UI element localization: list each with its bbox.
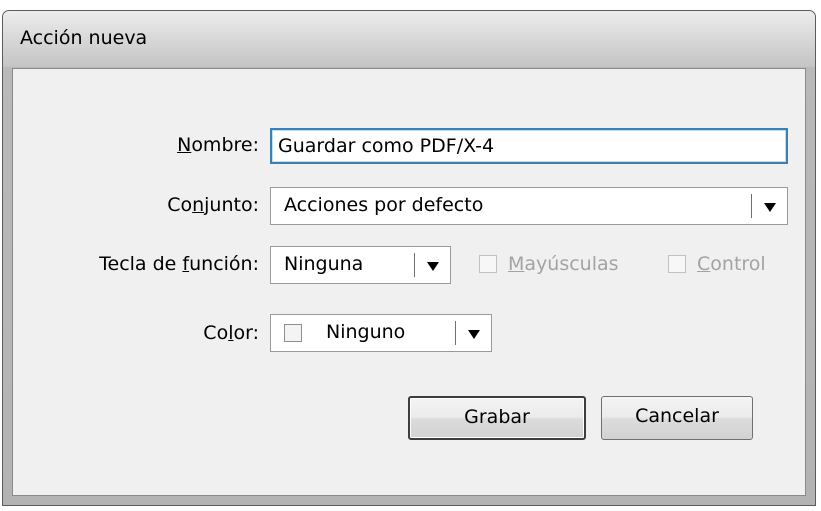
set-dropdown-value: Acciones por defecto [284,194,484,216]
name-label: Nombre: [177,134,259,156]
color-label-post: or: [233,322,259,344]
shift-label-text: ayúsculas [524,253,619,275]
name-field[interactable]: Guardar como PDF/X-4 [270,128,788,164]
color-swatch-icon [284,324,302,342]
control-label-mnemonic: C [697,253,711,275]
control-checkbox-label: Control [697,253,766,275]
set-label-mnemonic: n [192,194,205,216]
name-label-mnemonic: N [177,134,192,156]
dialog-body: Nombre: Guardar como PDF/X-4 Conjunto: A… [12,68,806,496]
record-button-label: Grabar [464,406,530,428]
control-label-text: ontrol [710,253,766,275]
function-key-dropdown-separator [414,253,415,277]
function-key-dropdown[interactable]: Ninguna [270,246,451,284]
triangle-down-icon [468,330,480,339]
dialog-title: Acción nueva [20,27,148,49]
triangle-down-icon [427,262,439,271]
color-dropdown[interactable]: Ninguno [270,314,492,352]
shift-checkbox[interactable] [479,255,497,273]
cancel-button-label: Cancelar [635,405,719,427]
function-key-label-post: unción: [189,253,259,275]
set-label-post: junto: [204,194,259,216]
new-action-dialog: Acción nueva Nombre: Guardar como PDF/X-… [2,10,816,506]
function-key-label: Tecla de función: [99,253,259,275]
color-dropdown-value: Ninguno [326,321,406,343]
shift-checkbox-label: Mayúsculas [508,253,619,275]
control-checkbox[interactable] [668,255,686,273]
set-label: Conjunto: [167,194,259,216]
name-label-text: ombre: [191,134,259,156]
shift-label-mnemonic: M [508,253,525,275]
color-label-pre: Co [203,322,229,344]
set-label-pre: Co [167,194,193,216]
function-key-label-pre: Tecla de [99,253,183,275]
function-key-dropdown-value: Ninguna [284,253,364,275]
title-bar[interactable]: Acción nueva [3,11,815,67]
color-label: Color: [203,322,259,344]
triangle-down-icon [764,203,776,212]
set-dropdown[interactable]: Acciones por defecto [270,187,788,225]
set-dropdown-separator [751,194,752,218]
record-button[interactable]: Grabar [408,396,586,440]
color-dropdown-separator [455,321,456,345]
cancel-button[interactable]: Cancelar [601,396,753,440]
